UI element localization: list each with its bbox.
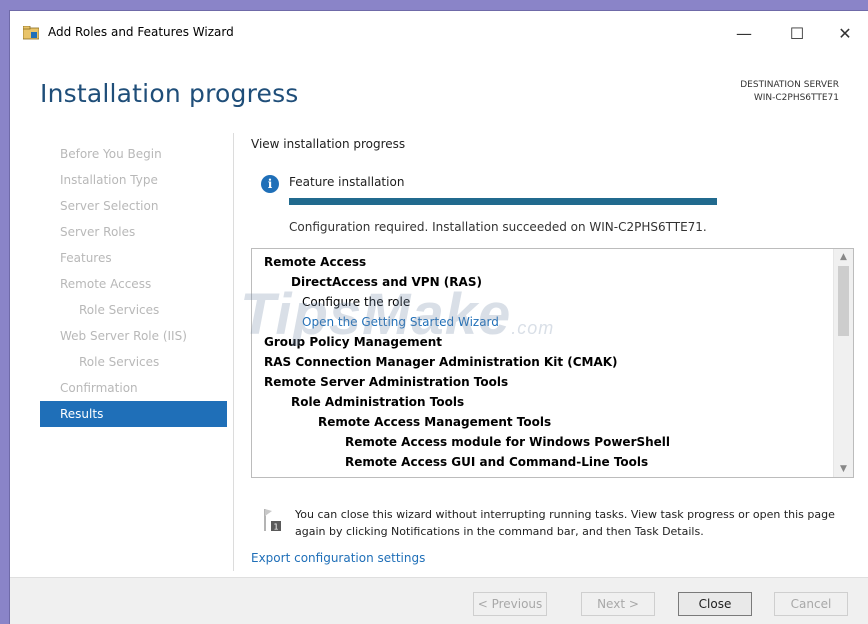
info-icon: i bbox=[261, 175, 279, 193]
server-manager-icon bbox=[23, 26, 39, 40]
nav-item-server-roles: Server Roles bbox=[60, 225, 136, 239]
nav-divider bbox=[233, 133, 234, 571]
notification-flag-icon: 1 bbox=[264, 509, 281, 532]
result-item-powershell-module: Remote Access module for Windows PowerSh… bbox=[345, 435, 671, 449]
result-item-role-admin-tools: Role Administration Tools bbox=[291, 395, 465, 409]
nav-item-web-server-role-services: Role Services bbox=[79, 355, 160, 369]
result-item-gui-cli-tools: Remote Access GUI and Command-Line Tools bbox=[345, 455, 649, 469]
scroll-down-icon[interactable]: ▼ bbox=[834, 461, 853, 477]
destination-server-info: DESTINATION SERVER WIN-C2PHS6TTE71 bbox=[740, 79, 839, 105]
minimize-button[interactable]: — bbox=[722, 19, 766, 47]
cancel-button[interactable]: Cancel bbox=[774, 592, 848, 616]
nav-item-web-server-role: Web Server Role (IIS) bbox=[60, 329, 187, 343]
progress-fill bbox=[289, 198, 717, 205]
nav-item-confirmation: Confirmation bbox=[60, 381, 138, 395]
nav-item-features: Features bbox=[60, 251, 112, 265]
previous-button[interactable]: < Previous bbox=[473, 592, 547, 616]
result-item-configure-role: Configure the role bbox=[302, 295, 411, 309]
scroll-up-icon[interactable]: ▲ bbox=[834, 249, 853, 265]
results-list-box[interactable]: Remote Access DirectAccess and VPN (RAS)… bbox=[251, 248, 854, 478]
installation-progress-bar bbox=[289, 198, 717, 205]
getting-started-wizard-link[interactable]: Open the Getting Started Wizard bbox=[252, 312, 832, 332]
installation-status-text: Configuration required. Installation suc… bbox=[289, 220, 707, 234]
window-title: Add Roles and Features Wizard bbox=[48, 25, 234, 39]
close-button[interactable]: Close bbox=[678, 592, 752, 616]
result-item-remote-access-mgmt-tools: Remote Access Management Tools bbox=[318, 415, 552, 429]
result-item-group-policy: Group Policy Management bbox=[264, 335, 443, 349]
page-title: Installation progress bbox=[40, 79, 299, 108]
results-scrollbar[interactable]: ▲ ▼ bbox=[833, 249, 853, 477]
nav-item-remote-access: Remote Access bbox=[60, 277, 152, 291]
maximize-button[interactable]: ☐ bbox=[775, 19, 819, 47]
result-item-directaccess-vpn: DirectAccess and VPN (RAS) bbox=[291, 275, 482, 289]
result-item-cmak: RAS Connection Manager Administration Ki… bbox=[264, 355, 618, 369]
nav-item-results[interactable]: Results bbox=[40, 401, 227, 427]
feature-installation-label: Feature installation bbox=[289, 175, 405, 189]
close-window-button[interactable]: ✕ bbox=[823, 19, 867, 47]
wizard-nav: Before You Begin Installation Type Serve… bbox=[40, 141, 227, 427]
close-wizard-note: You can close this wizard without interr… bbox=[295, 508, 835, 538]
export-configuration-link[interactable]: Export configuration settings bbox=[251, 551, 425, 565]
wizard-window: Add Roles and Features Wizard — ☐ ✕ Inst… bbox=[9, 10, 868, 624]
results-list: Remote Access DirectAccess and VPN (RAS)… bbox=[252, 249, 832, 472]
view-progress-label: View installation progress bbox=[251, 137, 406, 151]
nav-item-remote-access-role-services: Role Services bbox=[79, 303, 160, 317]
title-bar[interactable]: Add Roles and Features Wizard — ☐ ✕ bbox=[10, 11, 868, 55]
destination-label: DESTINATION SERVER bbox=[740, 80, 839, 90]
result-item-remote-access: Remote Access bbox=[264, 255, 367, 269]
scroll-thumb[interactable] bbox=[838, 266, 849, 336]
result-item-rsat: Remote Server Administration Tools bbox=[264, 375, 509, 389]
destination-server-name: WIN-C2PHS6TTE71 bbox=[753, 93, 839, 103]
nav-item-before-you-begin: Before You Begin bbox=[60, 147, 162, 161]
next-button[interactable]: Next > bbox=[581, 592, 655, 616]
nav-item-server-selection: Server Selection bbox=[60, 199, 159, 213]
wizard-footer: < Previous Next > Close Cancel bbox=[10, 577, 868, 624]
nav-item-installation-type: Installation Type bbox=[60, 173, 158, 187]
notification-badge: 1 bbox=[273, 523, 278, 532]
